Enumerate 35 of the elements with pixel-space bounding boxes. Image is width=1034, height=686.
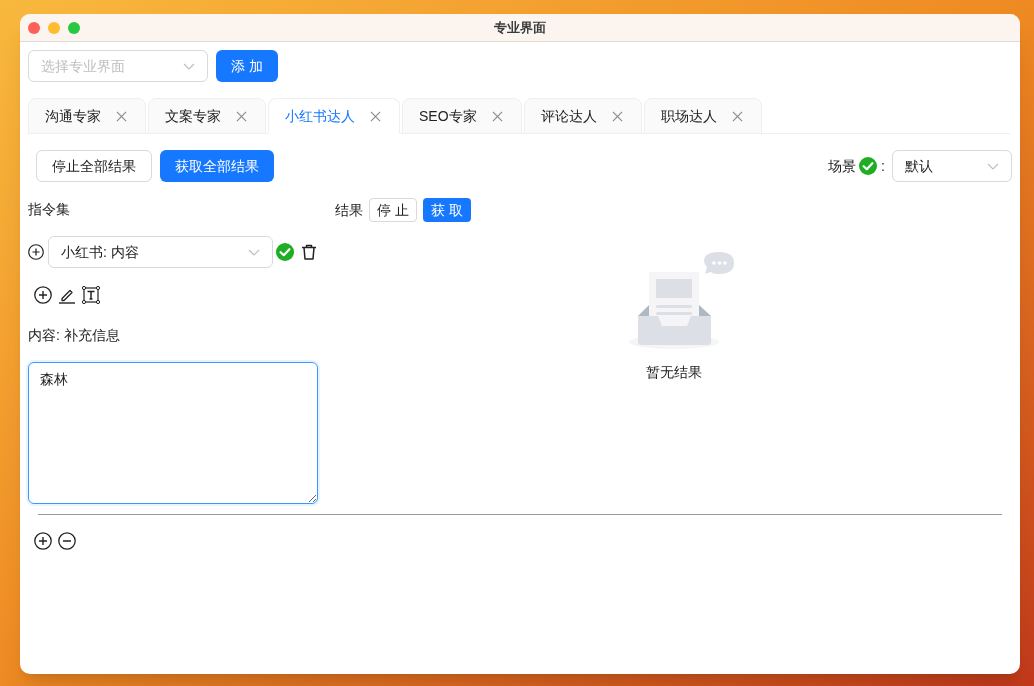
stop-all-button[interactable]: 停止全部结果 <box>36 150 152 182</box>
results-label: 结果 <box>335 201 363 220</box>
tab[interactable]: 文案专家 <box>148 98 266 134</box>
tab[interactable]: 沟通专家 <box>28 98 146 134</box>
text-box-icon[interactable] <box>82 286 100 304</box>
close-icon[interactable] <box>731 110 743 122</box>
fetch-all-button[interactable]: 获取全部结果 <box>160 150 274 182</box>
scene-select[interactable]: 默认 <box>892 150 1012 182</box>
remove-circle-icon[interactable] <box>58 532 76 550</box>
tab[interactable]: 职场达人 <box>643 98 762 134</box>
tab[interactable]: 小红书达人 <box>268 98 400 134</box>
tab[interactable]: 评论达人 <box>523 98 642 134</box>
window-title: 专业界面 <box>494 18 546 37</box>
trash-icon[interactable] <box>300 243 318 261</box>
content-label: 内容: 补充信息 <box>28 326 120 344</box>
close-icon[interactable] <box>116 110 127 122</box>
empty-message: 暂无结果 <box>645 363 702 382</box>
colon-separator: : <box>881 157 885 176</box>
fetch-button[interactable]: 获 取 <box>423 198 471 222</box>
scene-label: 场景 <box>828 157 857 176</box>
tab[interactable]: SEO专家 <box>402 98 522 134</box>
add-circle-icon[interactable] <box>34 532 52 550</box>
zoom-window-icon[interactable] <box>68 21 80 34</box>
stop-button[interactable]: 停 止 <box>369 198 417 222</box>
close-icon[interactable] <box>236 110 247 122</box>
instruction-select[interactable]: 小红书: 内容 <box>48 236 273 268</box>
close-window-icon[interactable] <box>28 21 40 34</box>
close-icon[interactable] <box>370 110 381 122</box>
add-circle-icon[interactable] <box>34 286 52 304</box>
add-circle-icon[interactable] <box>28 244 44 260</box>
add-button[interactable]: 添 加 <box>216 50 278 82</box>
close-icon[interactable] <box>611 110 623 122</box>
content-textarea[interactable]: 森林 <box>28 362 318 504</box>
close-icon[interactable] <box>491 110 503 122</box>
section-title: 指令集 <box>28 200 70 219</box>
